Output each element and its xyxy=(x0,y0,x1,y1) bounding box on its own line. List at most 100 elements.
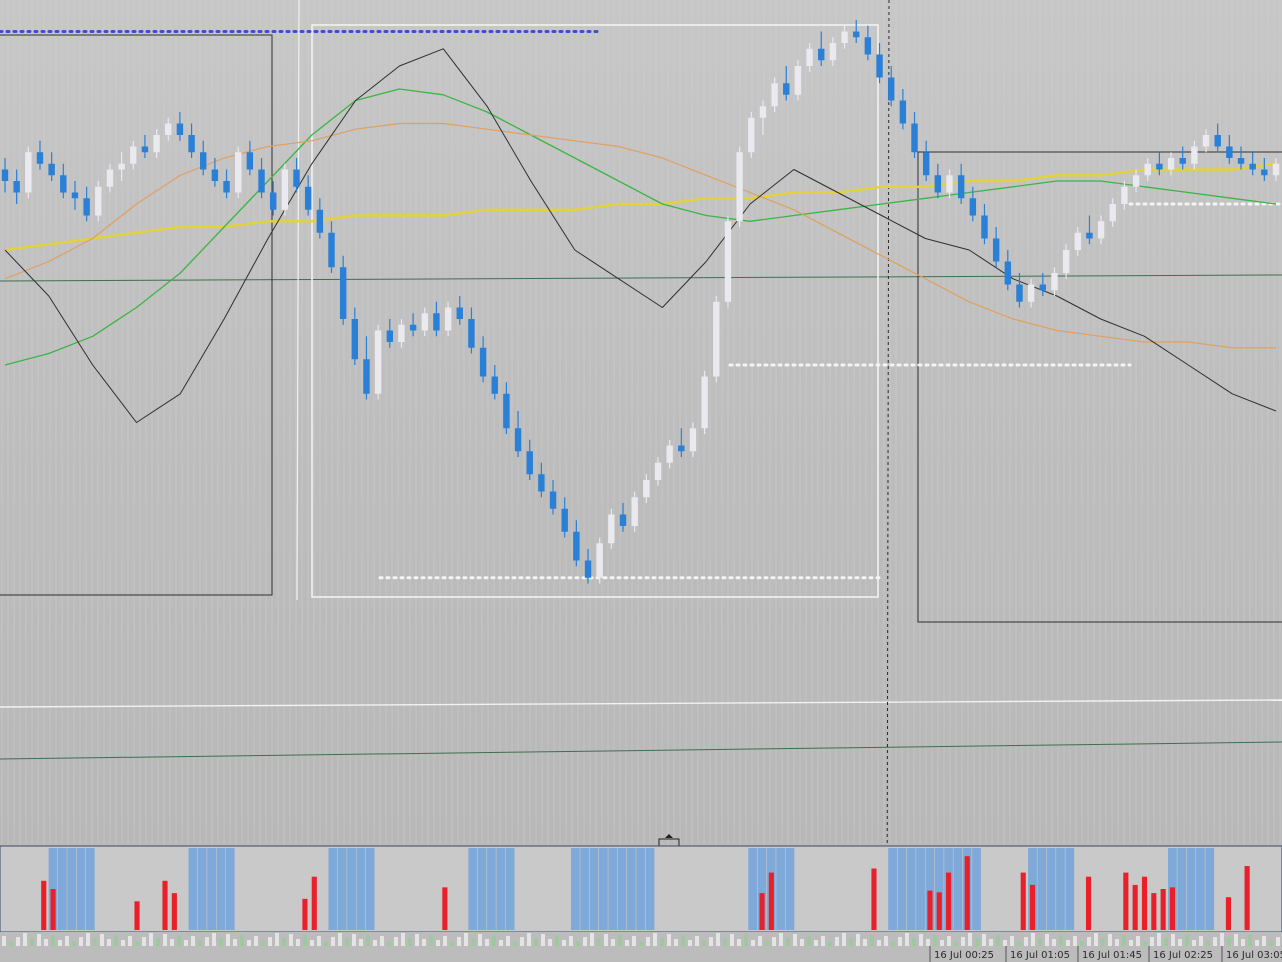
bull-candle[interactable] xyxy=(1027,284,1035,302)
bear-candle[interactable] xyxy=(409,324,417,331)
histogram-bar[interactable] xyxy=(302,898,308,930)
moving-average-orange[interactable] xyxy=(4,122,1276,349)
bear-candle[interactable] xyxy=(573,531,580,561)
bull-candle[interactable] xyxy=(841,31,848,44)
histogram-bar[interactable] xyxy=(162,880,168,930)
bull-candle[interactable] xyxy=(95,186,102,216)
bear-candle[interactable] xyxy=(386,330,394,343)
histogram-bar[interactable] xyxy=(768,872,774,930)
bear-candle[interactable] xyxy=(818,48,825,61)
bear-candle[interactable] xyxy=(269,192,277,210)
bull-candle[interactable] xyxy=(1097,221,1105,239)
histogram-bar[interactable] xyxy=(759,893,765,930)
bear-candle[interactable] xyxy=(876,54,883,78)
bear-candle[interactable] xyxy=(1016,284,1023,302)
bear-candle[interactable] xyxy=(491,376,498,394)
bear-candle[interactable] xyxy=(584,560,592,578)
histogram-bar[interactable] xyxy=(1160,889,1166,930)
histogram-bar[interactable] xyxy=(442,887,448,930)
bear-candle[interactable] xyxy=(176,123,184,136)
bear-candle[interactable] xyxy=(246,152,254,170)
bear-candle[interactable] xyxy=(549,491,557,509)
bear-candle[interactable] xyxy=(934,175,942,193)
histogram-bar[interactable] xyxy=(134,901,140,930)
range-box-2[interactable] xyxy=(311,24,879,598)
bear-candle[interactable] xyxy=(71,192,79,199)
bull-candle[interactable] xyxy=(736,152,743,222)
bull-candle[interactable] xyxy=(1074,232,1081,250)
bull-candle[interactable] xyxy=(631,497,638,526)
bull-candle[interactable] xyxy=(748,117,755,153)
bear-candle[interactable] xyxy=(514,428,522,452)
bull-candle[interactable] xyxy=(398,324,405,342)
bull-candle[interactable] xyxy=(806,48,813,66)
bear-candle[interactable] xyxy=(969,198,977,216)
bull-candle[interactable] xyxy=(1272,163,1280,176)
bull-candle[interactable] xyxy=(1109,204,1116,222)
bear-candle[interactable] xyxy=(200,152,207,170)
bear-candle[interactable] xyxy=(1156,163,1163,170)
bear-candle[interactable] xyxy=(36,152,44,164)
bear-candle[interactable] xyxy=(561,508,568,532)
histogram-bar[interactable] xyxy=(1020,872,1026,930)
bull-candle[interactable] xyxy=(130,146,137,164)
range-box-1[interactable] xyxy=(0,34,273,596)
histogram-bar[interactable] xyxy=(1225,897,1232,930)
histogram-bar[interactable] xyxy=(1132,884,1138,930)
histogram-bar[interactable] xyxy=(50,889,56,930)
bull-candle[interactable] xyxy=(608,514,615,544)
bear-candle[interactable] xyxy=(678,445,685,452)
bear-candle[interactable] xyxy=(468,319,475,348)
bull-candle[interactable] xyxy=(654,462,662,480)
bull-candle[interactable] xyxy=(374,330,382,394)
bull-candle[interactable] xyxy=(1167,158,1175,170)
bull-candle[interactable] xyxy=(281,169,289,210)
bull-candle[interactable] xyxy=(713,301,720,377)
bear-candle[interactable] xyxy=(13,181,20,193)
bear-candle[interactable] xyxy=(911,123,918,153)
bear-candle[interactable] xyxy=(293,169,300,187)
histogram-bar[interactable] xyxy=(1169,887,1176,930)
bull-candle[interactable] xyxy=(1132,175,1140,187)
bull-candle[interactable] xyxy=(153,135,160,153)
bear-candle[interactable] xyxy=(887,77,895,101)
moving-average-yellow[interactable] xyxy=(4,162,1277,252)
bear-candle[interactable] xyxy=(899,100,907,124)
bear-candle[interactable] xyxy=(1004,261,1012,285)
bear-candle[interactable] xyxy=(141,146,149,153)
bull-candle[interactable] xyxy=(106,169,114,187)
bear-candle[interactable] xyxy=(1086,232,1093,239)
histogram-bar[interactable] xyxy=(1141,876,1148,930)
bull-candle[interactable] xyxy=(794,66,802,95)
oscillator-line[interactable] xyxy=(4,48,1277,423)
bull-candle[interactable] xyxy=(444,307,452,331)
bull-candle[interactable] xyxy=(1202,135,1210,147)
bear-candle[interactable] xyxy=(304,186,312,210)
bear-candle[interactable] xyxy=(83,198,90,216)
bear-candle[interactable] xyxy=(992,238,1000,262)
bear-candle[interactable] xyxy=(339,267,347,319)
histogram-bar[interactable] xyxy=(936,892,942,930)
bull-candle[interactable] xyxy=(724,221,732,302)
bull-candle[interactable] xyxy=(666,445,673,463)
histogram-bar[interactable] xyxy=(871,868,877,931)
bear-candle[interactable] xyxy=(211,169,219,182)
bear-candle[interactable] xyxy=(853,31,860,38)
bear-candle[interactable] xyxy=(351,319,359,360)
bear-candle[interactable] xyxy=(864,37,872,55)
bear-candle[interactable] xyxy=(1226,146,1233,159)
histogram-bar[interactable] xyxy=(1244,866,1250,930)
bear-candle[interactable] xyxy=(922,152,930,176)
bull-candle[interactable] xyxy=(596,543,603,578)
bear-candle[interactable] xyxy=(1179,158,1186,164)
bull-candle[interactable] xyxy=(1144,163,1151,176)
bear-candle[interactable] xyxy=(1039,284,1046,291)
bear-candle[interactable] xyxy=(1249,163,1256,170)
bear-candle[interactable] xyxy=(60,175,67,193)
bear-candle[interactable] xyxy=(1214,135,1221,147)
histogram-bar[interactable] xyxy=(171,893,177,930)
bear-candle[interactable] xyxy=(1237,158,1245,164)
histogram-bar[interactable] xyxy=(1029,884,1036,930)
bear-candle[interactable] xyxy=(503,393,510,429)
histogram-bar[interactable] xyxy=(964,856,970,930)
